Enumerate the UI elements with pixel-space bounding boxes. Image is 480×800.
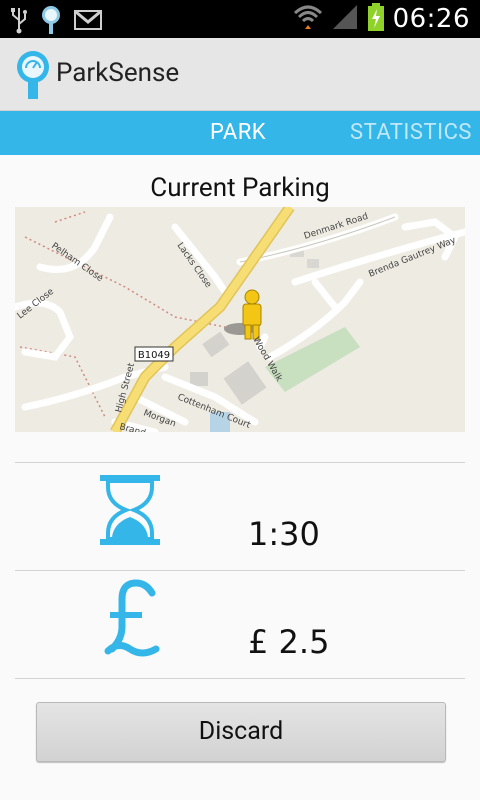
tab-bar: PARK STATISTICS bbox=[0, 111, 480, 155]
divider bbox=[15, 570, 465, 571]
pound-sterling-icon bbox=[104, 579, 160, 663]
app-title: ParkSense bbox=[56, 58, 180, 88]
parking-meter-logo-icon[interactable] bbox=[16, 50, 50, 100]
gmail-icon bbox=[74, 9, 102, 35]
signal-icon bbox=[331, 3, 359, 35]
wifi-icon bbox=[293, 3, 323, 35]
hourglass-icon bbox=[100, 475, 160, 549]
divider bbox=[15, 462, 465, 463]
discard-button[interactable]: Discard bbox=[36, 702, 446, 762]
parking-meter-notification-icon bbox=[40, 5, 62, 39]
park-content: Current Parking Denmark Road Brenda Gaut… bbox=[0, 155, 480, 800]
parking-cost: £ 2.5 bbox=[248, 623, 330, 661]
tab-statistics[interactable]: STATISTICS bbox=[350, 111, 472, 155]
clock: 06:26 bbox=[392, 4, 470, 34]
usb-icon bbox=[10, 6, 28, 38]
time-remaining: 1:30 bbox=[248, 515, 320, 553]
section-title: Current Parking bbox=[150, 173, 330, 203]
road-shield: B1049 bbox=[134, 346, 174, 362]
action-bar: ParkSense bbox=[0, 38, 480, 111]
parking-map[interactable]: Denmark Road Brenda Gautrey Way Lacks Cl… bbox=[15, 207, 465, 432]
status-notifications bbox=[10, 5, 102, 39]
tab-park[interactable]: PARK bbox=[210, 111, 266, 155]
battery-charging-icon bbox=[367, 2, 385, 36]
divider bbox=[15, 678, 465, 679]
road-shield-label: B1049 bbox=[138, 350, 170, 361]
status-bar: 06:26 bbox=[0, 0, 480, 38]
